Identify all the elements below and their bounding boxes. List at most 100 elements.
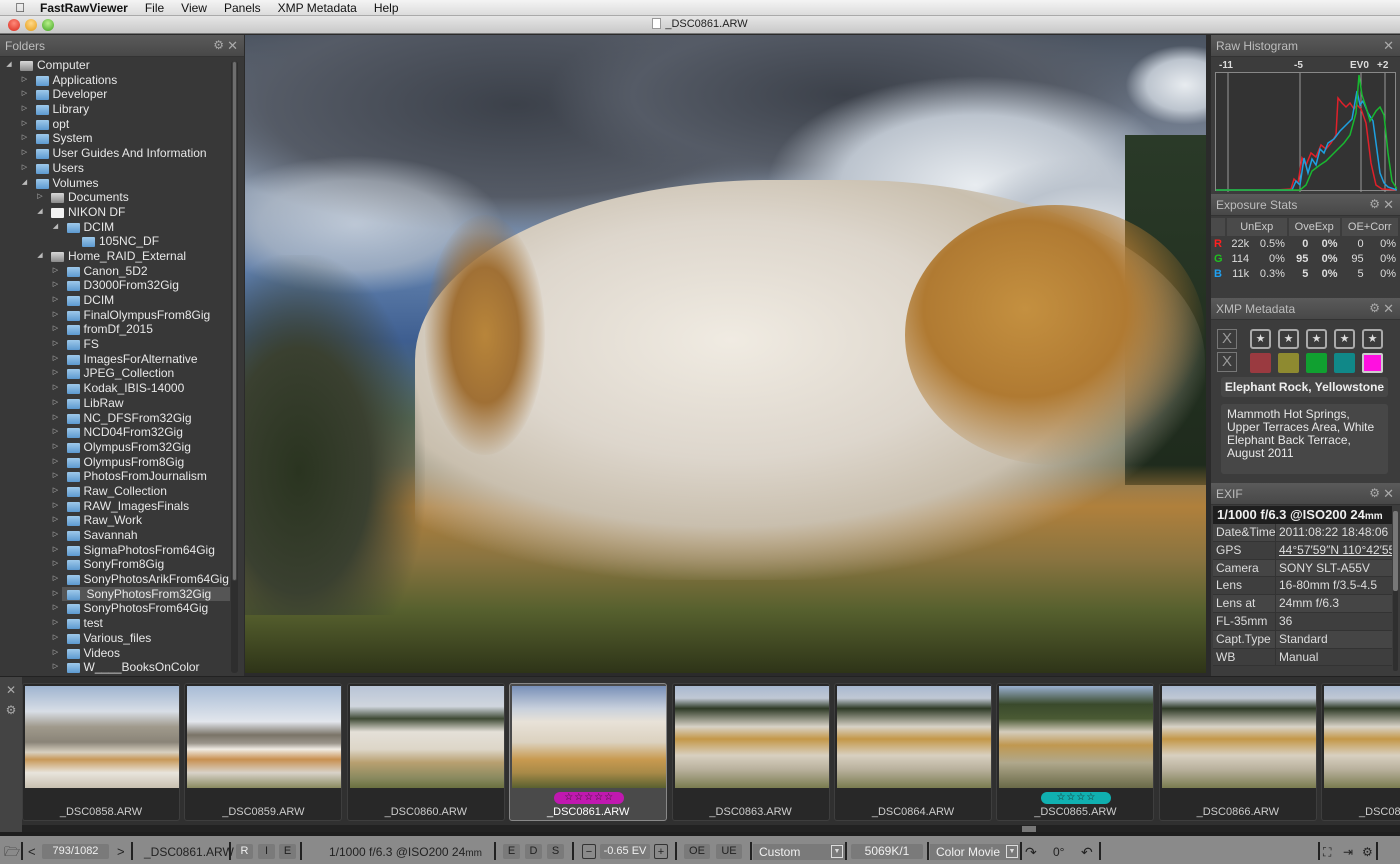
folder-tree-item[interactable]: ▷ LibRaw [0, 396, 230, 411]
folder-tree-item[interactable]: ▷ SonyPhotosArikFrom64Gig [0, 572, 230, 587]
collapsed-arrow-icon[interactable]: ▷ [20, 161, 30, 176]
collapsed-arrow-icon[interactable]: ▷ [35, 190, 45, 205]
folder-tree-item[interactable]: ▷ JPEG_Collection [0, 366, 230, 381]
close-icon[interactable]: ✕ [227, 38, 238, 54]
folder-tree-item[interactable]: ▷ D3000From32Gig [0, 278, 230, 293]
filmstrip-thumbnail[interactable]: _DSC0859.ARW [184, 683, 343, 821]
folder-tree-item[interactable]: ◢ Home_RAID_External [0, 249, 230, 264]
folder-tree-item[interactable]: ▷ Applications [0, 73, 230, 88]
menu-help[interactable]: Help [374, 1, 399, 15]
expanded-arrow-icon[interactable]: ◢ [35, 205, 45, 220]
e-button[interactable]: E [503, 844, 520, 859]
close-icon[interactable]: ✕ [1383, 301, 1394, 317]
color-label-4[interactable] [1334, 353, 1355, 373]
gear-icon[interactable]: ⚙ [213, 38, 224, 52]
folder-tree-item[interactable]: ▷ Kodak_IBIS-14000 [0, 381, 230, 396]
folder-tree-item[interactable]: ▷ Savannah [0, 528, 230, 543]
image-counter[interactable]: 793/1082 [42, 844, 109, 859]
xmp-description[interactable]: Mammoth Hot Springs, Upper Terraces Area… [1221, 404, 1388, 474]
filmstrip-thumbnail[interactable]: _DSC0867.ARW [1321, 683, 1400, 821]
gear-icon[interactable]: ⚙ [1369, 197, 1380, 211]
collapsed-arrow-icon[interactable]: ▷ [51, 425, 61, 440]
collapsed-arrow-icon[interactable]: ▷ [51, 396, 61, 411]
folder-tree-item[interactable]: ▷ Raw_Collection [0, 484, 230, 499]
d-button[interactable]: D [525, 844, 542, 859]
menu-file[interactable]: File [145, 1, 164, 15]
filmstrip-thumbnail[interactable]: _DSC0863.ARW [671, 683, 830, 821]
collapsed-arrow-icon[interactable]: ▷ [51, 264, 61, 279]
menu-panels[interactable]: Panels [224, 1, 261, 15]
prev-image-button[interactable]: < [28, 844, 36, 860]
collapsed-arrow-icon[interactable]: ▷ [51, 572, 61, 587]
collapsed-arrow-icon[interactable]: ▷ [51, 278, 61, 293]
folder-tree-item[interactable]: ▷ Various_files [0, 631, 230, 646]
exposure-button[interactable]: E [279, 844, 296, 859]
overexposure-button[interactable]: OE [684, 844, 710, 859]
ev-value[interactable]: -0.65 EV [600, 844, 650, 859]
color-label-1[interactable] [1250, 353, 1271, 373]
menu-xmp-metadata[interactable]: XMP Metadata [278, 1, 357, 15]
filmstrip-thumbnail[interactable]: _DSC0860.ARW [346, 683, 505, 821]
collapsed-arrow-icon[interactable]: ▷ [20, 102, 30, 117]
collapsed-arrow-icon[interactable]: ▷ [51, 337, 61, 352]
s-button[interactable]: S [547, 844, 564, 859]
expanded-arrow-icon[interactable]: ◢ [20, 176, 30, 191]
folder-tree-item[interactable]: ▷ Library [0, 102, 230, 117]
folder-tree-item[interactable]: ▷ SonyPhotosFrom32Gig [53, 586, 230, 602]
collapsed-arrow-icon[interactable]: ▷ [51, 308, 61, 323]
scrollbar-thumb[interactable] [1393, 511, 1398, 591]
folder-tree-item[interactable]: ▷ opt [0, 117, 230, 132]
gear-icon[interactable]: ⚙ [0, 703, 22, 717]
folder-tree-item[interactable]: ▷ Raw_Work [0, 513, 230, 528]
collapsed-arrow-icon[interactable]: ▷ [51, 528, 61, 543]
folder-tree-item[interactable]: ▷ PhotosFromJournalism [0, 469, 230, 484]
collapsed-arrow-icon[interactable]: ▷ [51, 616, 61, 631]
folder-tree-item[interactable]: ▷ FinalOlympusFrom8Gig [0, 308, 230, 323]
folder-tree-item[interactable]: ▷ RAW_ImagesFinals [0, 499, 230, 514]
folder-tree-item[interactable]: ▷ SigmaPhotosFrom64Gig [0, 543, 230, 558]
menu-app-name[interactable]: FastRawViewer [40, 1, 128, 15]
collapsed-arrow-icon[interactable]: ▷ [51, 513, 61, 528]
collapsed-arrow-icon[interactable]: ▷ [20, 117, 30, 132]
clear-rating-button[interactable]: X [1217, 329, 1237, 349]
filmstrip-thumbnail[interactable]: ☆☆☆☆ _DSC0865.ARW [996, 683, 1155, 821]
exif-scrollbar[interactable] [1393, 511, 1398, 671]
folder-tree-item[interactable]: ▷ Documents [0, 190, 230, 205]
expanded-arrow-icon[interactable]: ◢ [51, 220, 61, 235]
folder-tree-item[interactable]: ◢ NIKON DF [0, 205, 230, 220]
collapsed-arrow-icon[interactable]: ▷ [20, 146, 30, 161]
close-icon[interactable]: ✕ [1383, 486, 1394, 502]
expanded-arrow-icon[interactable]: ◢ [4, 58, 14, 73]
folder-tree-item[interactable]: ▷ SonyPhotosFrom64Gig [0, 601, 230, 616]
filmstrip-thumbnail[interactable]: _DSC0858.ARW [22, 683, 180, 821]
underexposure-button[interactable]: UE [716, 844, 742, 859]
folder-tree-scrollbar[interactable] [231, 61, 238, 673]
folder-tree-item[interactable]: ▷ User Guides And Information [0, 146, 230, 161]
clear-label-button[interactable]: X [1217, 352, 1237, 372]
collapsed-arrow-icon[interactable]: ▷ [20, 73, 30, 88]
collapsed-arrow-icon[interactable]: ▷ [51, 469, 61, 484]
next-image-button[interactable]: > [117, 844, 125, 860]
rating-star-1[interactable]: ★ [1250, 329, 1271, 349]
color-label-2[interactable] [1278, 353, 1299, 373]
rotate-right-icon[interactable]: ↷ [1025, 844, 1037, 860]
folder-tree-item[interactable]: ▷ NC_DFSFrom32Gig [0, 411, 230, 426]
rating-star-3[interactable]: ★ [1306, 329, 1327, 349]
folder-tree-item[interactable]: ▷ ImagesForAlternative [0, 352, 230, 367]
gps-link[interactable]: 44°57′59″N 110°42′55′ [1276, 542, 1392, 559]
collapsed-arrow-icon[interactable]: ▷ [51, 660, 61, 674]
white-balance-dropdown[interactable]: Custom ▼ [753, 844, 845, 860]
folder-tree-item[interactable]: ▷ System [0, 131, 230, 146]
folder-tree-item[interactable]: ▷ DCIM [0, 293, 230, 308]
rgb-button[interactable]: R [236, 844, 253, 859]
rating-star-2[interactable]: ★ [1278, 329, 1299, 349]
profile-dropdown[interactable]: Color Movie ▼ [930, 844, 1020, 860]
folder-tree-item[interactable]: ▷ OlympusFrom8Gig [0, 455, 230, 470]
rating-star-5[interactable]: ★ [1362, 329, 1383, 349]
rotate-left-icon[interactable]: ↶ [1081, 844, 1093, 860]
folder-tree-item[interactable]: ▷ W____BooksOnColor [0, 660, 230, 674]
menu-view[interactable]: View [181, 1, 207, 15]
collapsed-arrow-icon[interactable]: ▷ [51, 587, 61, 602]
collapsed-arrow-icon[interactable]: ▷ [51, 440, 61, 455]
collapsed-arrow-icon[interactable]: ▷ [51, 366, 61, 381]
